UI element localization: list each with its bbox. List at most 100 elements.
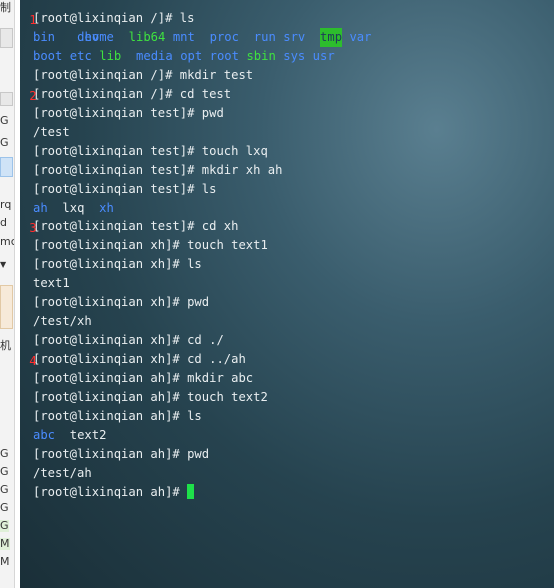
command-line: [root@lixinqian xh]# cd ../ah: [33, 350, 554, 369]
command-text: ls: [201, 181, 217, 196]
shell-prompt: [root@lixinqian test]#: [33, 181, 202, 196]
strip-fragment: mc: [0, 235, 14, 248]
ls-entry-dir: sys: [283, 48, 306, 63]
background-window-edge: 制 G G rq d mc ▼ 机 G G G G G M M: [0, 0, 15, 588]
ls-entry-dir: ah: [33, 200, 48, 215]
command-text: ls: [179, 11, 195, 25]
command-text: ls: [187, 409, 202, 424]
ls-entry-dir: proc: [209, 29, 239, 44]
shell-prompt: [root@lixinqian test]#: [33, 105, 202, 120]
strip-fragment: M: [0, 537, 10, 550]
command-line: [root@lixinqian ah]# pwd: [33, 445, 554, 464]
ls-entry-dir: media: [136, 48, 173, 63]
ls-entry-dir: bin: [33, 29, 56, 44]
command-line: [root@lixinqian xh]# ls: [33, 255, 554, 274]
shell-prompt: [root@lixinqian xh]#: [33, 295, 188, 310]
strip-fragment: 制: [0, 1, 11, 14]
ls-entry-dir: opt: [180, 48, 203, 63]
command-line: [root@lixinqian test]# cd xh: [33, 217, 554, 236]
ls-entry-dir: root: [209, 48, 239, 63]
command-line: [root@lixinqian test]# ls: [33, 180, 554, 199]
ls-entry-dir: run: [253, 29, 276, 44]
strip-panel: [0, 285, 13, 329]
ls-output: bin dev home lib64 mnt proc run srv tmp var: [33, 27, 554, 47]
shell-prompt: [root@lixinqian /]#: [33, 86, 180, 101]
ls-entry-file: text2: [69, 427, 107, 442]
command-line: [root@lixinqian /]# ls: [33, 9, 554, 28]
ls-entry-dir: usr: [312, 48, 335, 63]
shell-prompt: [root@lixinqian ah]#: [33, 484, 188, 499]
ls-entry-exec: lib64: [128, 29, 166, 44]
strip-selection: [0, 157, 13, 177]
command-line: [root@lixinqian test]# touch lxq: [33, 142, 554, 161]
strip-fragment: G: [0, 465, 9, 478]
ls-entry-file: lxq: [62, 200, 85, 215]
strip-fragment: G: [0, 483, 9, 496]
strip-fragment: M: [0, 555, 10, 568]
shell-prompt: [root@lixinqian test]#: [33, 162, 202, 177]
ls-entry-dir: mnt: [172, 29, 195, 44]
command-line: [root@lixinqian test]# mkdir xh ah: [33, 161, 554, 180]
strip-fragment: G: [0, 447, 9, 460]
command-line: [root@lixinqian test]# pwd: [33, 104, 554, 123]
shell-prompt: [root@lixinqian xh]#: [33, 333, 188, 348]
command-line: [root@lixinqian xh]# touch text1: [33, 236, 554, 255]
command-text: pwd: [187, 446, 210, 461]
text-cursor: [187, 483, 195, 499]
command-text: pwd: [187, 295, 210, 310]
command-line: [root@lixinqian ah]# touch text2: [33, 388, 554, 407]
shell-prompt: [root@lixinqian ah]#: [33, 390, 188, 405]
command-line: [root@lixinqian xh]# cd ./: [33, 331, 554, 350]
ls-entry-dir: srv: [283, 29, 306, 44]
command-output: /test/ah: [33, 465, 92, 480]
strip-fragment: G: [0, 114, 9, 127]
shell-prompt: [root@lixinqian /]#: [33, 11, 180, 25]
command-line: [root@lixinqian xh]# pwd: [33, 293, 554, 312]
command-line: [root@lixinqian ah]# ls: [33, 407, 554, 426]
command-text: mkdir test: [179, 67, 254, 82]
ls-entry-dir: etc: [69, 48, 92, 63]
command-output: /test: [33, 124, 70, 139]
command-text: cd test: [179, 86, 232, 101]
screen: 制 G G rq d mc ▼ 机 G G G G G M M 1 2 3 4 …: [0, 0, 554, 588]
terminal-window[interactable]: 1 2 3 4 [root@lixinqian /]# ls bin dev home…: [20, 0, 554, 588]
command-output: text1: [33, 276, 70, 291]
command-text: touch lxq: [201, 143, 268, 158]
ls-entry-dir: home: [84, 29, 114, 44]
shell-prompt: [root@lixinqian xh]#: [33, 257, 188, 272]
command-text: ls: [187, 257, 202, 272]
strip-fragment: rq: [0, 198, 12, 211]
ls-output: abc text2: [33, 426, 554, 445]
shell-prompt: [root@lixinqian test]#: [33, 219, 202, 234]
shell-prompt: [root@lixinqian /]#: [33, 67, 180, 82]
ls-output: boot etc lib media opt root sbin sys usr: [33, 47, 554, 66]
strip-panel: [0, 92, 13, 106]
shell-prompt: [root@lixinqian xh]#: [33, 238, 188, 253]
shell-prompt: [root@lixinqian ah]#: [33, 371, 188, 386]
strip-fragment: G: [0, 501, 9, 514]
ls-entry-dir: boot: [33, 48, 63, 63]
shell-prompt: [root@lixinqian xh]#: [33, 352, 188, 367]
command-text: mkdir abc: [187, 371, 254, 386]
strip-fragment: G: [0, 136, 9, 149]
command-text: mkdir xh ah: [201, 162, 283, 177]
terminal-output: [root@lixinqian /]# ls bin dev home lib64 mnt…: [33, 9, 554, 502]
command-output: /test/xh: [33, 314, 92, 329]
strip-panel: [0, 28, 13, 48]
dropdown-arrow-icon: ▼: [0, 260, 7, 269]
ls-entry-dir: abc: [33, 427, 56, 442]
command-text: touch text2: [187, 390, 268, 405]
command-line: [root@lixinqian /]# cd test: [33, 85, 554, 104]
command-text: touch text1: [187, 238, 268, 253]
command-line: [root@lixinqian ah]# mkdir abc: [33, 369, 554, 388]
command-text: cd ./: [187, 333, 224, 348]
command-text: pwd: [201, 105, 224, 120]
command-line: [root@lixinqian ah]#: [33, 483, 554, 502]
shell-prompt: [root@lixinqian ah]#: [33, 409, 188, 424]
ls-entry-dir: xh: [99, 200, 114, 215]
strip-fragment: 机: [0, 339, 11, 352]
command-text: cd xh: [201, 219, 239, 234]
shell-prompt: [root@lixinqian test]#: [33, 143, 202, 158]
command-text: cd ../ah: [187, 352, 246, 367]
ls-entry-dir: var: [349, 29, 372, 44]
